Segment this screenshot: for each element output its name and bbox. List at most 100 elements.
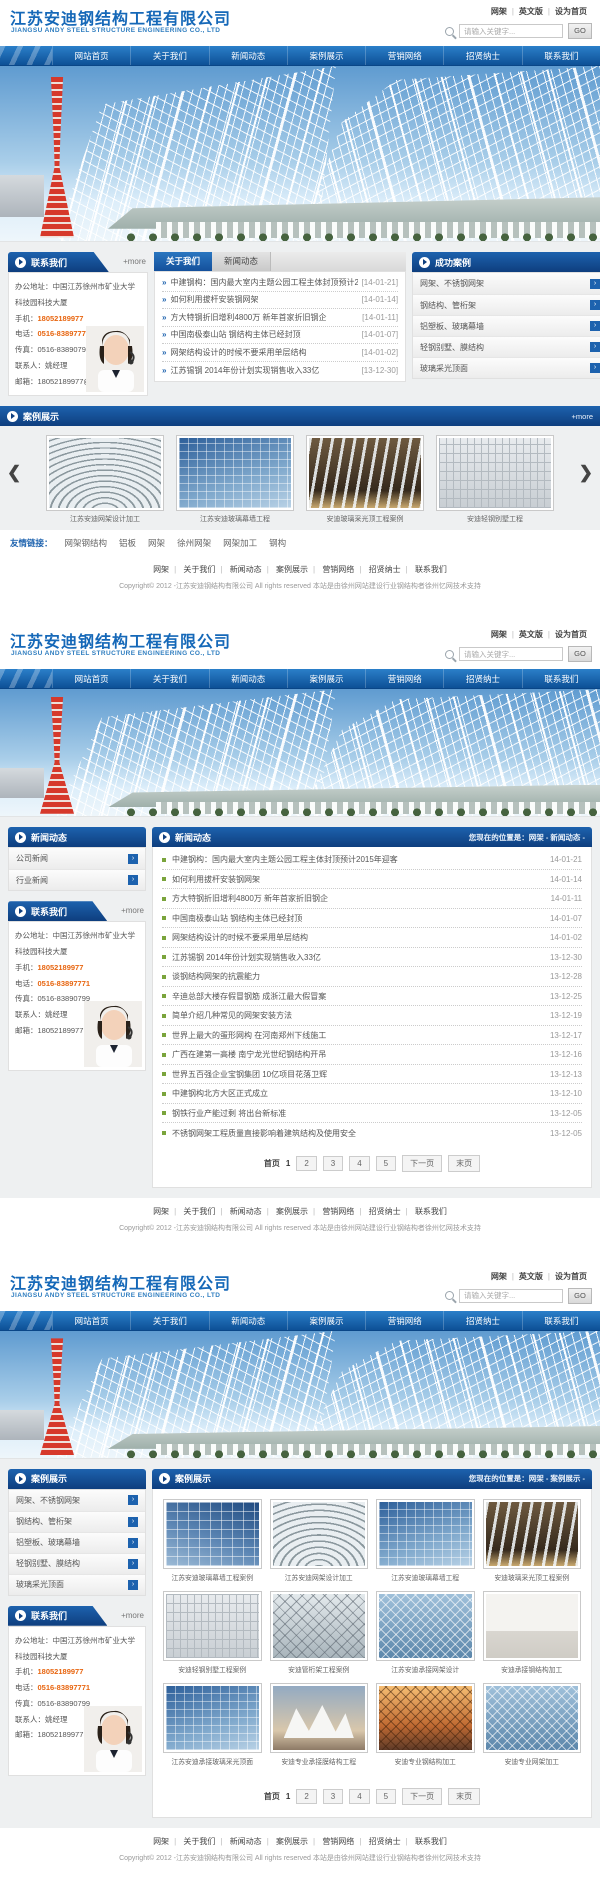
nav-item-network[interactable]: 营销网络 <box>365 46 443 65</box>
pagination-page[interactable]: 4 <box>349 1789 369 1804</box>
carousel-prev-icon[interactable]: ❮ <box>7 464 21 481</box>
top-link-sethome[interactable]: 设为首页 <box>555 1272 587 1281</box>
category-item[interactable]: 玻璃采光顶面› <box>413 357 600 378</box>
contact-more-link[interactable]: +more <box>123 252 146 272</box>
news-item[interactable]: »江苏锡钢 2014年份计划实现销售收入33亿[13-12-30] <box>162 362 398 380</box>
search-input[interactable] <box>459 647 563 661</box>
case-item[interactable]: 江苏安迪网架设计加工 <box>270 1499 369 1582</box>
category-item[interactable]: 轻钢别墅、膜结构› <box>413 336 600 357</box>
case-item[interactable]: 江苏安迪承接网架设计 <box>376 1591 475 1674</box>
carousel-next-icon[interactable]: ❯ <box>579 464 593 481</box>
tab-news[interactable]: 新闻动态 <box>212 252 271 271</box>
footer-nav-item[interactable]: 新闻动态 <box>230 1207 262 1216</box>
footer-nav-item[interactable]: 联系我们 <box>415 1837 447 1846</box>
footer-nav-item[interactable]: 新闻动态 <box>230 565 262 574</box>
case-item[interactable]: 安迪玻璃采光顶工程案例 <box>483 1499 582 1582</box>
nav-item-cases[interactable]: 案例展示 <box>287 1311 365 1330</box>
contact-more-link[interactable]: +more <box>121 1606 144 1626</box>
top-link-home[interactable]: 网架 <box>491 7 507 16</box>
news-item[interactable]: 不锈钢网架工程质量直接影响着建筑结构及使用安全13-12-05 <box>162 1123 582 1143</box>
footer-nav-item[interactable]: 案例展示 <box>276 1207 308 1216</box>
news-item[interactable]: 简单介绍几种常见的网架安装方法13-12-19 <box>162 1006 582 1026</box>
case-item[interactable]: 安迪承接钢结构加工 <box>483 1591 582 1674</box>
showcase-item[interactable]: 江苏安迪网架设计加工 <box>46 435 164 524</box>
pagination-first[interactable]: 首页 <box>264 1158 280 1169</box>
showcase-item[interactable]: 安迪玻璃采光顶工程案例 <box>306 435 424 524</box>
news-item[interactable]: 如何利用拔杆安装钢网架14-01-14 <box>162 870 582 890</box>
news-item[interactable]: 中国南极泰山站 钢结构主体已经封顶14-01-07 <box>162 909 582 929</box>
pagination-page[interactable]: 5 <box>376 1156 396 1171</box>
pagination-first[interactable]: 首页 <box>264 1791 280 1802</box>
news-item[interactable]: 方大特钢折旧增利4800万 新年首家折旧钢企14-01-11 <box>162 889 582 909</box>
case-item[interactable]: 江苏安迪承接玻璃采光顶面 <box>163 1683 262 1766</box>
case-item[interactable]: 安迪专业钢结构加工 <box>376 1683 475 1766</box>
category-item[interactable]: 玻璃采光顶面› <box>9 1574 145 1595</box>
pagination-next[interactable]: 下一页 <box>402 1155 442 1172</box>
pagination-next[interactable]: 下一页 <box>402 1788 442 1805</box>
footer-nav-item[interactable]: 招贤纳士 <box>369 1207 401 1216</box>
case-item[interactable]: 安迪专业承接膜结构工程 <box>270 1683 369 1766</box>
footer-nav-item[interactable]: 招贤纳士 <box>369 565 401 574</box>
case-item[interactable]: 江苏安迪玻璃幕墙工程案例 <box>163 1499 262 1582</box>
pagination-last[interactable]: 末页 <box>448 1155 480 1172</box>
friend-link[interactable]: 徐州网架 <box>177 537 211 549</box>
news-item[interactable]: »如何利用拔杆安装钢网架[14-01-14] <box>162 292 398 310</box>
nav-item-home[interactable]: 网站首页 <box>52 669 130 688</box>
search-go-button[interactable]: GO <box>568 646 592 662</box>
nav-item-jobs[interactable]: 招贤纳士 <box>443 46 521 65</box>
nav-item-news[interactable]: 新闻动态 <box>209 669 287 688</box>
news-item[interactable]: »中国南极泰山站 钢结构主体已经封顶[14-01-07] <box>162 327 398 345</box>
news-item[interactable]: 中建钢构北方大区正式成立13-12-10 <box>162 1084 582 1104</box>
news-item[interactable]: 中建钢构：国内最大室内主题公园工程主体封顶预计2015年迎客14-01-21 <box>162 850 582 870</box>
footer-nav-item[interactable]: 联系我们 <box>415 565 447 574</box>
footer-nav-item[interactable]: 网架 <box>153 1207 169 1216</box>
nav-item-home[interactable]: 网站首页 <box>52 1311 130 1330</box>
showcase-item[interactable]: 江苏安迪玻璃幕墙工程 <box>176 435 294 524</box>
top-link-english[interactable]: 英文版 <box>519 7 543 16</box>
news-item[interactable]: 网架结构设计的时候不要采用单层结构14-01-02 <box>162 928 582 948</box>
footer-nav-item[interactable]: 联系我们 <box>415 1207 447 1216</box>
friend-link[interactable]: 铝板 <box>119 537 136 549</box>
news-item[interactable]: 世界上最大的蛋形网构 在河南郑州下线施工13-12-17 <box>162 1026 582 1046</box>
sidebar-item-company-news[interactable]: 公司新闻› <box>9 848 145 869</box>
footer-nav-item[interactable]: 案例展示 <box>276 1837 308 1846</box>
top-link-sethome[interactable]: 设为首页 <box>555 630 587 639</box>
news-item[interactable]: 谈钢结构网架的抗震能力13-12-28 <box>162 967 582 987</box>
nav-item-news[interactable]: 新闻动态 <box>209 46 287 65</box>
footer-nav-item[interactable]: 网架 <box>153 1837 169 1846</box>
nav-item-jobs[interactable]: 招贤纳士 <box>443 1311 521 1330</box>
top-link-english[interactable]: 英文版 <box>519 630 543 639</box>
news-item[interactable]: 钢铁行业产能过剩 将出台新标准13-12-05 <box>162 1104 582 1124</box>
footer-nav-item[interactable]: 案例展示 <box>276 565 308 574</box>
category-item[interactable]: 网架、不锈钢网架› <box>9 1490 145 1511</box>
nav-item-network[interactable]: 营销网络 <box>365 669 443 688</box>
footer-nav-item[interactable]: 招贤纳士 <box>369 1837 401 1846</box>
footer-nav-item[interactable]: 新闻动态 <box>230 1837 262 1846</box>
nav-item-network[interactable]: 营销网络 <box>365 1311 443 1330</box>
footer-nav-item[interactable]: 营销网络 <box>322 565 354 574</box>
pagination-page[interactable]: 2 <box>296 1156 316 1171</box>
pagination-page[interactable]: 5 <box>376 1789 396 1804</box>
news-item[interactable]: »中建钢构：国内最大室内主题公园工程主体封顶预计2015…[14-01-21] <box>162 274 398 292</box>
category-item[interactable]: 网架、不锈钢网架› <box>413 273 600 294</box>
nav-item-news[interactable]: 新闻动态 <box>209 1311 287 1330</box>
pagination-page[interactable]: 3 <box>323 1789 343 1804</box>
category-item[interactable]: 铝塑板、玻璃幕墙› <box>413 315 600 336</box>
top-link-english[interactable]: 英文版 <box>519 1272 543 1281</box>
news-item[interactable]: 辛迪总部大楼存假冒钢筋 成浙江最大假冒案13-12-25 <box>162 987 582 1007</box>
footer-nav-item[interactable]: 网架 <box>153 565 169 574</box>
nav-item-home[interactable]: 网站首页 <box>52 46 130 65</box>
top-link-sethome[interactable]: 设为首页 <box>555 7 587 16</box>
news-item[interactable]: 江苏锡钢 2014年份计划实现销售收入33亿13-12-30 <box>162 948 582 968</box>
news-item[interactable]: »网架结构设计的时候不要采用单层结构[14-01-02] <box>162 344 398 362</box>
friend-link[interactable]: 网架钢结构 <box>65 537 108 549</box>
showcase-more-link[interactable]: +more <box>572 412 593 421</box>
category-item[interactable]: 铝塑板、玻璃幕墙› <box>9 1532 145 1553</box>
pagination-page[interactable]: 3 <box>323 1156 343 1171</box>
case-item[interactable]: 安迪轻钢别墅工程案例 <box>163 1591 262 1674</box>
nav-item-cases[interactable]: 案例展示 <box>287 46 365 65</box>
footer-nav-item[interactable]: 关于我们 <box>183 1837 215 1846</box>
footer-nav-item[interactable]: 关于我们 <box>183 1207 215 1216</box>
search-input[interactable] <box>459 1289 563 1303</box>
top-link-home[interactable]: 网架 <box>491 630 507 639</box>
